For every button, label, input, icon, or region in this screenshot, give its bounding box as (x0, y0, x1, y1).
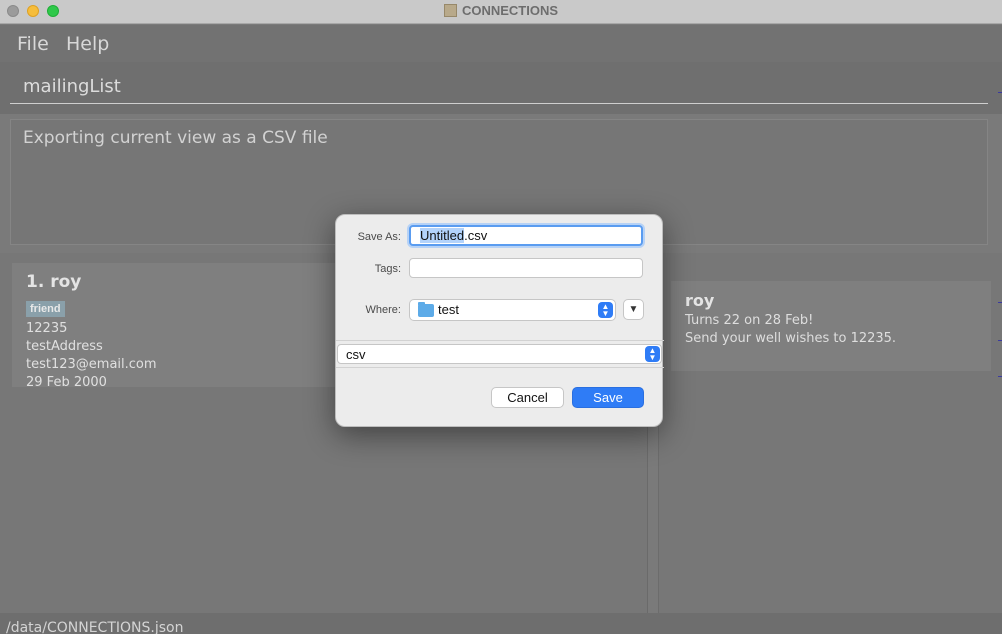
chevron-down-icon: ▼ (628, 304, 639, 315)
save-as-field[interactable]: Untitled.csv (409, 225, 643, 246)
filename-extension: .csv (464, 228, 488, 243)
filename-selected-text: Untitled (420, 228, 465, 243)
person-phone: 12235 (26, 321, 68, 336)
reminder-line-2: Send your well wishes to 12235. (685, 331, 897, 346)
menu-file[interactable]: File (17, 33, 49, 55)
save-dialog: Save As: Untitled.csv Tags: Where: test … (335, 214, 664, 427)
where-value: test (438, 302, 459, 317)
edge-mark (998, 92, 1002, 93)
file-format-value: csv (346, 347, 366, 362)
updown-chevron-icon: ▲ ▼ (645, 346, 660, 362)
status-bar: /data/CONNECTIONS.json (0, 613, 1002, 634)
command-underline (10, 103, 988, 104)
person-address: testAddress (26, 339, 103, 354)
where-select[interactable]: test ▲ ▼ (409, 299, 616, 321)
tags-field[interactable] (409, 258, 643, 278)
person-birthday: 29 Feb 2000 (26, 375, 107, 390)
updown-chevron-icon: ▲ ▼ (598, 302, 613, 318)
tags-label: Tags: (374, 263, 401, 275)
menu-help[interactable]: Help (66, 33, 109, 55)
reminder-line-1: Turns 22 on 28 Feb! (685, 313, 814, 328)
tag-badge: friend (26, 301, 65, 317)
folder-icon (418, 302, 434, 317)
menu-bar: File Help (0, 25, 1002, 62)
app-icon (443, 4, 457, 17)
result-text: Exporting current view as a CSV file (23, 128, 328, 148)
window-title-wrap: CONNECTIONS (0, 3, 1002, 18)
birthday-reminder-card: roy Turns 22 on 28 Feb! Send your well w… (671, 281, 991, 371)
edge-mark (998, 376, 1002, 377)
save-as-label: Save As: (357, 231, 401, 243)
file-format-select[interactable]: csv ▲ ▼ (337, 344, 662, 364)
person-name: 1. roy (26, 272, 82, 292)
save-button[interactable]: Save (572, 387, 644, 408)
birthday-panel[interactable]: roy Turns 22 on 28 Feb! Send your well w… (658, 253, 1002, 613)
divider (336, 367, 664, 368)
person-email: test123@email.com (26, 357, 157, 372)
edge-mark (998, 302, 1002, 303)
save-location-text: /data/CONNECTIONS.json (6, 620, 184, 634)
window-title: CONNECTIONS (461, 3, 559, 18)
edge-mark (998, 340, 1002, 341)
command-box[interactable]: mailingList (0, 62, 1002, 114)
reminder-name: roy (685, 291, 715, 310)
expand-dialog-button[interactable]: ▼ (623, 299, 644, 320)
title-bar: CONNECTIONS (0, 0, 1002, 24)
divider (336, 340, 664, 341)
cancel-button[interactable]: Cancel (491, 387, 564, 408)
command-input[interactable]: mailingList (23, 76, 121, 97)
where-label: Where: (365, 304, 401, 316)
